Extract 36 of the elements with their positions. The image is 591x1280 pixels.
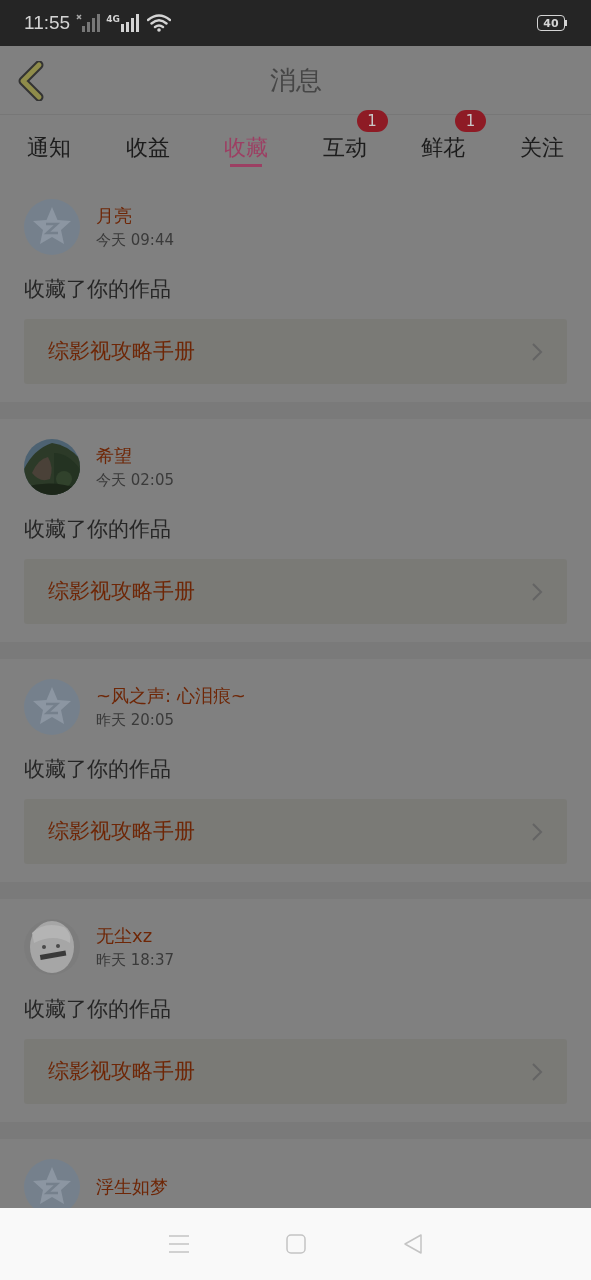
message-text: 收藏了你的作品 — [24, 516, 172, 543]
message-text: 收藏了你的作品 — [24, 756, 172, 783]
user-name[interactable]: 浮生如梦 — [96, 1175, 168, 1199]
count-badge: 1 — [455, 110, 487, 132]
message-text: 收藏了你的作品 — [24, 996, 172, 1023]
user-name[interactable]: 希望 — [96, 444, 174, 468]
message-text: 收藏了你的作品 — [24, 276, 172, 303]
work-link[interactable]: 综影视攻略手册 — [24, 559, 567, 624]
timestamp: 今天 02:05 — [96, 470, 174, 490]
timestamp: 昨天 18:37 — [96, 950, 174, 970]
work-link[interactable]: 综影视攻略手册 — [24, 799, 567, 864]
home-icon[interactable] — [286, 1234, 307, 1254]
page-title: 消息 — [269, 63, 322, 97]
work-link[interactable]: 综影视攻略手册 — [24, 319, 567, 384]
tab[interactable]: 收益 — [125, 115, 170, 179]
back-icon[interactable] — [402, 1233, 423, 1255]
tab[interactable]: 关注 — [519, 115, 564, 179]
menu-icon[interactable] — [168, 1234, 191, 1254]
count-badge: 1 — [356, 110, 388, 132]
user-name[interactable]: 无尘xz — [96, 924, 174, 948]
signal-icon — [76, 14, 101, 32]
default-avatar-icon — [24, 199, 80, 255]
timestamp: 今天 09:44 — [96, 230, 174, 250]
signal-icon — [120, 14, 141, 32]
network-type: 4G — [106, 13, 120, 26]
battery-level: 40 — [543, 17, 559, 29]
tab[interactable]: 收藏 — [224, 115, 269, 179]
user-name[interactable]: 月亮 — [96, 204, 174, 228]
wifi-icon — [146, 14, 171, 32]
tab[interactable]: 通知 — [27, 115, 72, 179]
back-icon[interactable] — [17, 61, 45, 101]
work-link[interactable]: 综影视攻略手册 — [24, 1039, 567, 1104]
default-avatar-icon — [24, 679, 80, 735]
user-name[interactable]: ~风之声: 心泪痕~ — [96, 684, 246, 708]
timestamp: 昨天 20:05 — [96, 710, 175, 730]
clock: 11:55 — [24, 10, 71, 35]
